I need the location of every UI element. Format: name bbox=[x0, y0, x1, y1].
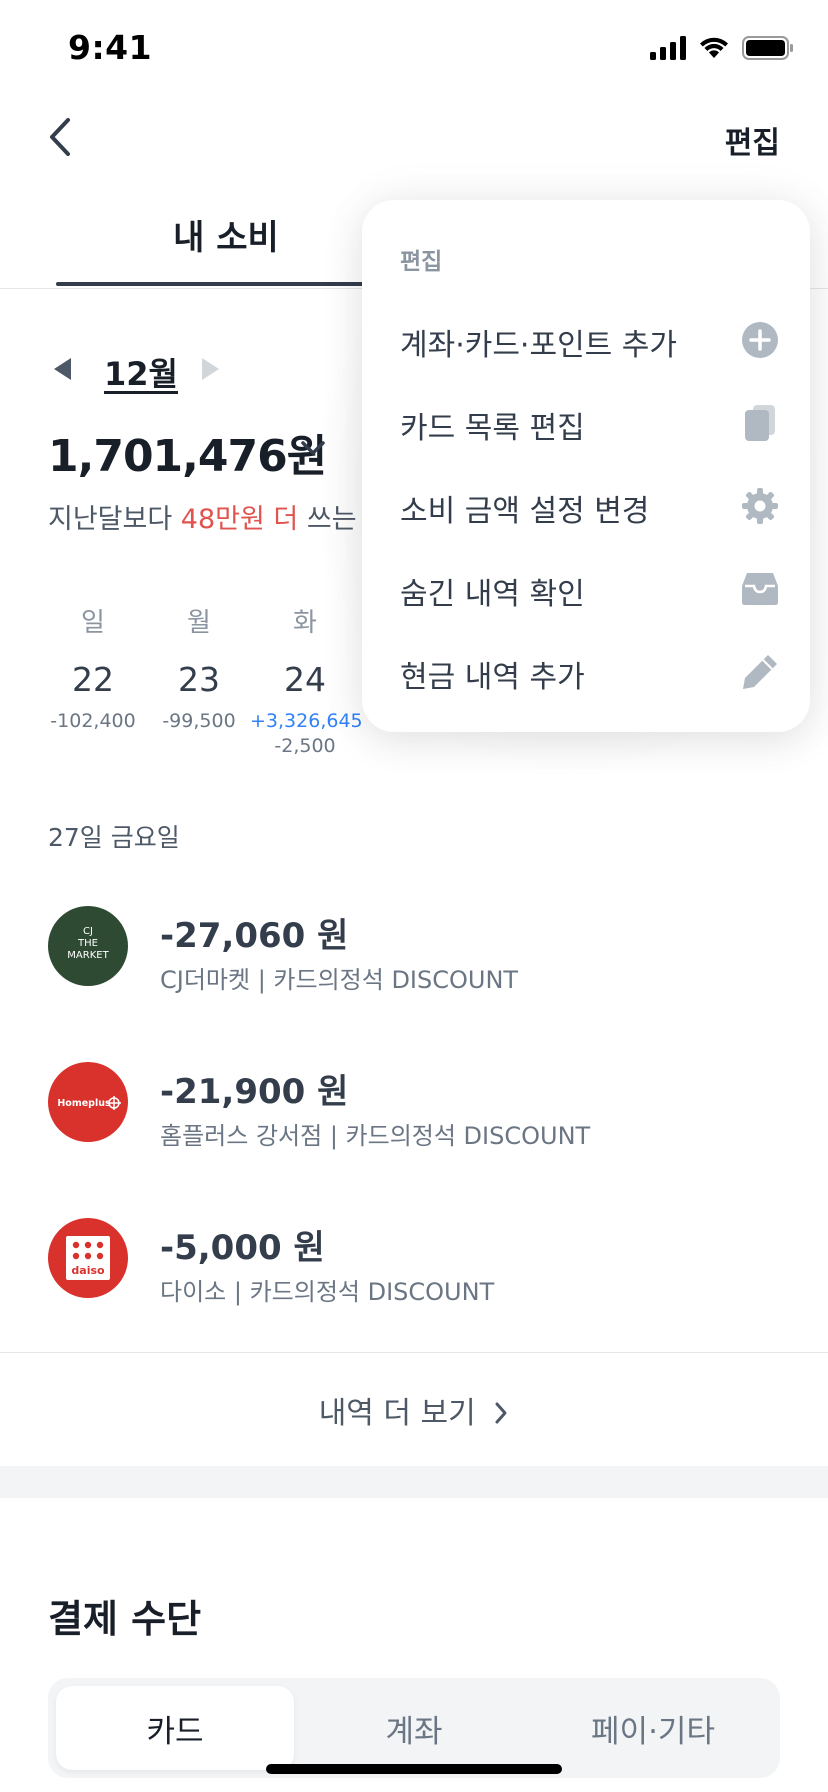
calendar-dow: 월 bbox=[187, 608, 211, 638]
transaction-desc: 홈플러스 강서점 | 카드의정석 DISCOUNT bbox=[160, 1122, 591, 1150]
month-next-button[interactable] bbox=[202, 358, 219, 380]
more-history-label: 내역 더 보기 bbox=[318, 1396, 476, 1431]
cards-icon bbox=[740, 403, 780, 443]
transaction-desc: 다이소 | 카드의정석 DISCOUNT bbox=[160, 1278, 495, 1306]
daiso-logo: daiso bbox=[48, 1218, 128, 1298]
payment-methods-title: 결제 수단 bbox=[48, 1597, 202, 1641]
cj-market-logo-graphic: CJ THE MARKET bbox=[67, 926, 109, 961]
battery-icon bbox=[742, 36, 793, 60]
daiso-logo-graphic: daiso bbox=[66, 1236, 110, 1280]
status-icons bbox=[650, 36, 794, 60]
menu-item-edit-cards[interactable]: 카드 목록 편집 bbox=[362, 389, 810, 459]
logo-text: CJ bbox=[83, 926, 93, 937]
plus-circle-icon bbox=[740, 320, 780, 360]
inbox-icon bbox=[740, 569, 780, 609]
segment-pay-etc[interactable]: 페이·기타 bbox=[534, 1686, 772, 1770]
payment-segmented-control: 카드 계좌 페이·기타 bbox=[48, 1678, 780, 1778]
cj-market-logo: CJ THE MARKET bbox=[48, 906, 128, 986]
day-label: 27일 금요일 bbox=[48, 823, 180, 852]
logo-text: THE bbox=[77, 938, 98, 949]
menu-item-add-account[interactable]: 계좌·카드·포인트 추가 bbox=[362, 306, 810, 376]
menu-item-spending-settings[interactable]: 소비 금액 설정 변경 bbox=[362, 472, 810, 542]
calendar-amount: -99,500 bbox=[162, 710, 236, 732]
month-prev-button[interactable] bbox=[54, 358, 71, 380]
homeplus-logo: Homeplus bbox=[48, 1062, 128, 1142]
menu-item-label: 계좌·카드·포인트 추가 bbox=[400, 328, 678, 363]
transaction-row[interactable]: Homeplus -21,900 원 홈플러스 강서점 | 카드의정석 DISC… bbox=[48, 1062, 788, 1150]
menu-item-add-cash[interactable]: 현금 내역 추가 bbox=[362, 638, 810, 708]
segment-card[interactable]: 카드 bbox=[56, 1686, 294, 1770]
segment-account[interactable]: 계좌 bbox=[295, 1686, 533, 1770]
compare-highlight: 48만원 더 bbox=[180, 504, 299, 535]
month-label[interactable]: 12월 bbox=[104, 349, 178, 395]
transaction-amount: -27,060 원 bbox=[160, 916, 349, 956]
section-gap bbox=[0, 1466, 828, 1498]
transaction-amount: -21,900 원 bbox=[160, 1072, 349, 1112]
edit-menu: 편집 계좌·카드·포인트 추가 카드 목록 편집 소비 금액 설정 변경 숨긴 … bbox=[362, 200, 810, 732]
signal-icon bbox=[650, 36, 686, 60]
transaction-row[interactable]: daiso -5,000 원 다이소 | 카드의정석 DISCOUNT bbox=[48, 1218, 788, 1306]
compare-prefix: 지난달보다 bbox=[48, 504, 181, 535]
transaction-amount: -5,000 원 bbox=[160, 1228, 325, 1268]
menu-item-label: 숨긴 내역 확인 bbox=[400, 577, 585, 612]
home-indicator bbox=[266, 1764, 562, 1774]
pencil-icon bbox=[740, 652, 780, 692]
calendar-date[interactable]: 22 bbox=[38, 660, 148, 699]
back-button[interactable] bbox=[40, 112, 80, 162]
menu-item-label: 카드 목록 편집 bbox=[400, 411, 585, 446]
homeplus-logo-graphic: Homeplus bbox=[57, 1096, 121, 1110]
menu-item-label: 현금 내역 추가 bbox=[400, 660, 585, 695]
chevron-right-icon bbox=[495, 1402, 507, 1424]
more-history-button[interactable]: 내역 더 보기 bbox=[0, 1388, 828, 1432]
transaction-desc: CJ더마켓 | 카드의정석 DISCOUNT bbox=[160, 966, 519, 994]
wifi-icon bbox=[700, 37, 728, 58]
calendar-amount: -102,400 bbox=[50, 710, 136, 732]
gear-icon bbox=[740, 486, 780, 526]
logo-text: MARKET bbox=[67, 950, 109, 961]
menu-item-label: 소비 금액 설정 변경 bbox=[400, 494, 650, 529]
status-time: 9:41 bbox=[68, 28, 153, 67]
chevron-left-icon bbox=[50, 118, 70, 156]
calendar-date[interactable]: 23 bbox=[144, 660, 254, 699]
more-divider bbox=[0, 1352, 828, 1353]
logo-text: daiso bbox=[71, 1264, 105, 1277]
total-amount: 1,701,476원 bbox=[48, 431, 327, 482]
menu-item-hidden-history[interactable]: 숨긴 내역 확인 bbox=[362, 555, 810, 625]
calendar-dow: 일 bbox=[81, 608, 105, 638]
logo-text: Homeplus bbox=[57, 1098, 111, 1109]
edit-button[interactable]: 편집 bbox=[725, 118, 780, 162]
menu-heading: 편집 bbox=[400, 249, 443, 275]
transaction-row[interactable]: CJ THE MARKET -27,060 원 CJ더마켓 | 카드의정석 DI… bbox=[48, 906, 788, 994]
